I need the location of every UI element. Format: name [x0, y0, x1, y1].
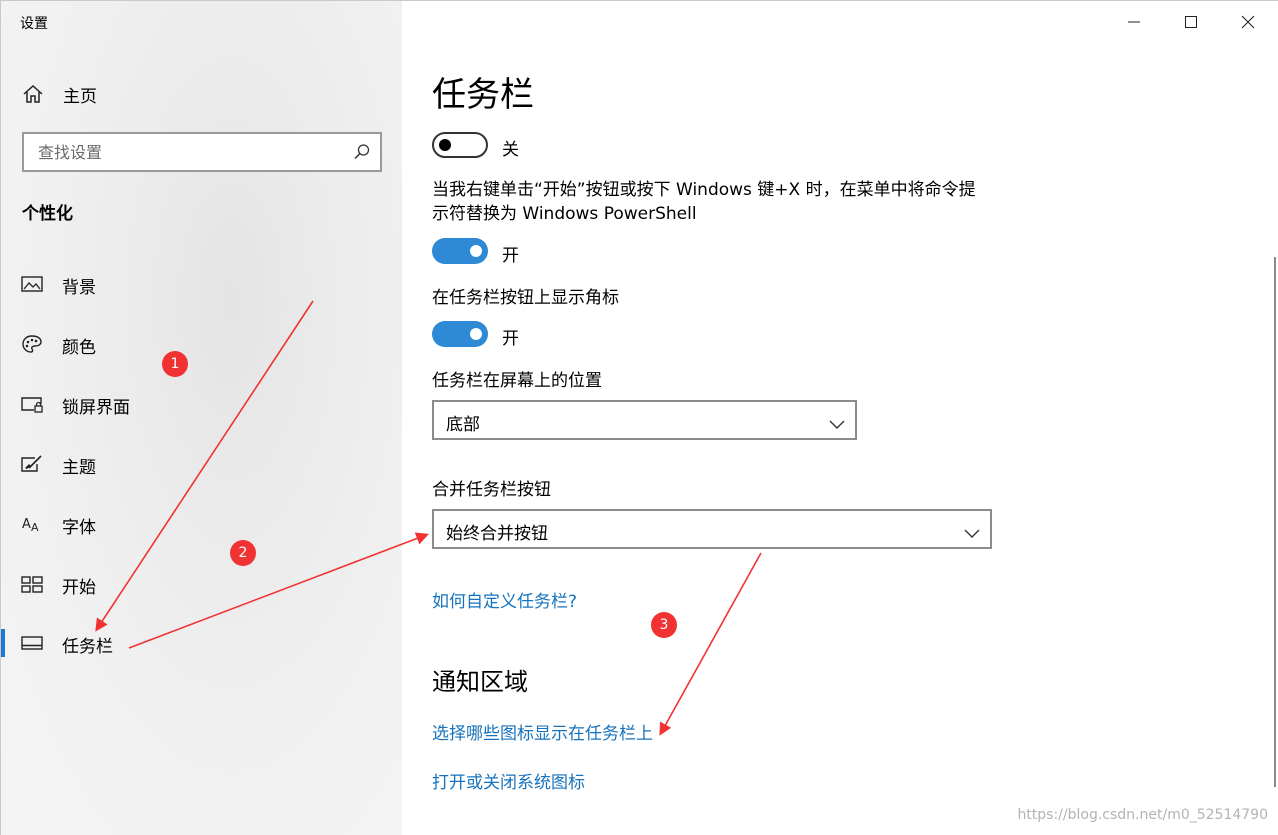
toggle-knob	[470, 328, 482, 340]
close-button[interactable]	[1220, 1, 1277, 43]
minimize-button[interactable]	[1106, 1, 1163, 43]
combine-setting-label: 合并任务栏按钮	[432, 480, 551, 500]
annotation-marker-2: 2	[230, 540, 256, 566]
theme-brush-icon	[21, 454, 43, 474]
sidebar-item-taskbar[interactable]: 任务栏	[1, 621, 402, 665]
position-setting-label: 任务栏在屏幕上的位置	[432, 371, 602, 391]
sidebar-item-label: 任务栏	[62, 637, 113, 657]
toggle-knob	[470, 245, 482, 257]
sidebar-item-label: 背景	[62, 278, 96, 298]
page-title: 任务栏	[432, 75, 534, 115]
search-icon[interactable]	[353, 143, 371, 161]
app-title: 设置	[20, 16, 48, 32]
annotation-marker-1: 1	[162, 351, 188, 377]
scrollbar-thumb[interactable]	[1274, 257, 1276, 787]
sidebar-item-themes[interactable]: 主题	[1, 442, 402, 486]
start-tiles-icon	[21, 574, 43, 594]
sidebar-item-label: 锁屏界面	[62, 398, 130, 418]
font-icon: AA	[21, 514, 43, 534]
select-taskbar-icons-link[interactable]: 选择哪些图标显示在任务栏上	[432, 719, 653, 744]
search-input[interactable]	[24, 134, 344, 170]
position-dropdown-value: 底部	[446, 415, 480, 435]
settings-window: 设置 主页 个性化 背景 颜色	[0, 0, 1278, 835]
home-icon	[22, 84, 44, 104]
sidebar-home-label: 主页	[63, 87, 97, 107]
palette-icon	[21, 334, 43, 354]
taskbar-icon	[21, 633, 43, 653]
sidebar-item-start[interactable]: 开始	[1, 562, 402, 606]
main-panel: 任务栏 关 当我右键单击“开始”按钮或按下 Windows 键+X 时，在菜单中…	[402, 1, 1278, 835]
taskbar-toggle[interactable]	[432, 132, 488, 158]
chevron-down-icon	[964, 524, 980, 538]
position-dropdown[interactable]: 底部	[432, 400, 857, 440]
powershell-toggle[interactable]	[432, 238, 488, 264]
badges-setting-text: 在任务栏按钮上显示角标	[432, 288, 619, 308]
customize-taskbar-help-link[interactable]: 如何自定义任务栏?	[432, 587, 577, 612]
scrollbar[interactable]	[1271, 1, 1278, 835]
sidebar: 设置 主页 个性化 背景 颜色	[1, 1, 402, 835]
notification-area-title: 通知区域	[432, 668, 528, 696]
chevron-down-icon	[829, 415, 845, 429]
sidebar-item-label: 主题	[62, 458, 96, 478]
powershell-setting-text: 当我右键单击“开始”按钮或按下 Windows 键+X 时，在菜单中将命令提示符…	[432, 180, 976, 224]
sidebar-item-lockscreen[interactable]: 锁屏界面	[1, 382, 402, 426]
svg-text:A: A	[31, 521, 39, 534]
system-icons-link[interactable]: 打开或关闭系统图标	[432, 768, 585, 793]
toggle-state-label: 开	[502, 329, 519, 349]
badges-toggle[interactable]	[432, 321, 488, 347]
lockscreen-icon	[21, 394, 43, 414]
sidebar-item-label: 开始	[62, 578, 96, 598]
sidebar-item-fonts[interactable]: AA 字体	[1, 502, 402, 546]
search-box	[22, 132, 382, 172]
watermark: https://blog.csdn.net/m0_52514790	[1017, 807, 1268, 823]
annotation-marker-3: 3	[651, 612, 677, 638]
maximize-button[interactable]	[1163, 1, 1220, 43]
toggle-state-label: 开	[502, 246, 519, 266]
svg-text:A: A	[22, 517, 31, 532]
selection-indicator	[1, 629, 5, 657]
toggle-state-label: 关	[502, 140, 519, 160]
combine-dropdown-value: 始终合并按钮	[446, 524, 548, 544]
section-title-personalization: 个性化	[22, 204, 73, 224]
sidebar-item-label: 颜色	[62, 338, 96, 358]
combine-dropdown[interactable]: 始终合并按钮	[432, 509, 992, 549]
toggle-knob	[439, 139, 451, 151]
sidebar-item-colors[interactable]: 颜色	[1, 322, 402, 366]
sidebar-home[interactable]: 主页	[1, 75, 402, 113]
picture-icon	[21, 274, 43, 294]
sidebar-item-label: 字体	[62, 518, 96, 538]
sidebar-item-background[interactable]: 背景	[1, 262, 402, 306]
